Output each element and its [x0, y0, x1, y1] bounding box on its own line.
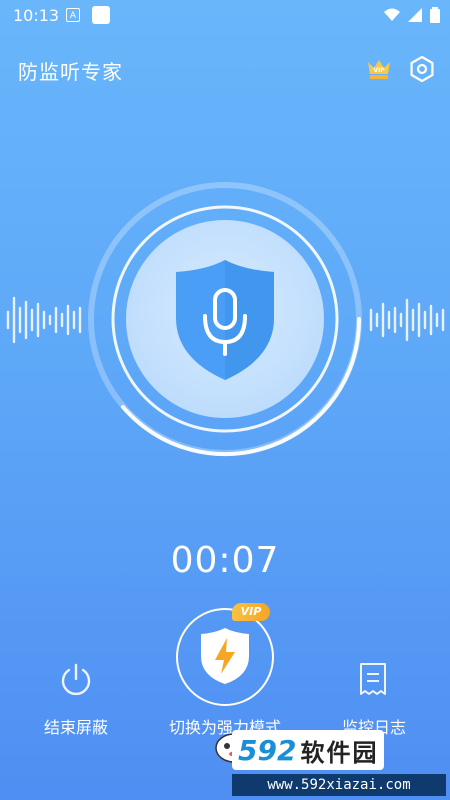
sound-wave-left: [6, 296, 82, 344]
lightning-shield-icon: [201, 628, 249, 684]
notification-square-icon: [92, 6, 110, 24]
app-title: 防监听专家: [18, 60, 123, 84]
gear-icon[interactable]: [408, 55, 436, 83]
status-bar: 10:13 A: [0, 0, 450, 32]
watermark-logo: 592 软件园: [232, 730, 385, 770]
watermark-url: www.592xiazai.com: [232, 774, 446, 796]
crown-icon[interactable]: VIP: [366, 56, 392, 82]
signal-icon: [408, 8, 422, 22]
end-shield-button[interactable]: 结束屏蔽: [26, 714, 126, 738]
wifi-icon: [384, 8, 400, 21]
watermark-name: 软件园: [300, 738, 379, 767]
battery-icon: [430, 7, 440, 23]
site-watermark: 592 软件园 www.592xiazai.com: [215, 730, 450, 800]
status-right: [384, 7, 440, 23]
shield-microphone-icon[interactable]: [172, 258, 278, 382]
watermark-number: 592: [238, 733, 297, 767]
elapsed-timer: 00:07: [170, 540, 280, 581]
vip-badge: VIP: [232, 603, 270, 621]
sound-wave-right: [369, 298, 445, 342]
svg-text:VIP: VIP: [373, 67, 385, 74]
receipt-log-icon[interactable]: [358, 662, 388, 698]
notification-icon: A: [66, 8, 80, 22]
power-icon[interactable]: [58, 662, 94, 698]
status-time: 10:13: [13, 6, 60, 25]
